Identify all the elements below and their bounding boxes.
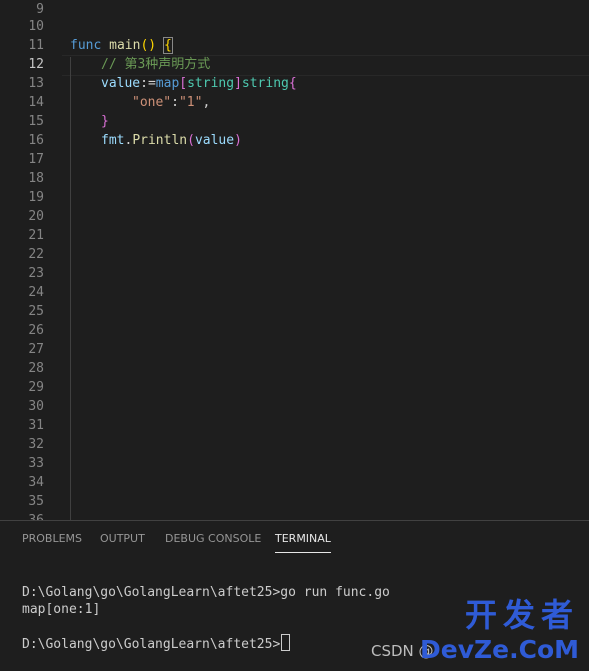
line-number: 13 [28,76,44,91]
line-number: 36 [0,511,44,520]
line-number: 22 [28,247,44,262]
line-number: 20 [28,209,44,224]
editor-line[interactable]: 32 [0,435,589,454]
tab-debug-console[interactable]: DEBUG CONSOLE [165,532,261,545]
editor-line[interactable]: 20 [0,207,589,226]
editor-line[interactable]: 14 "one":"1", [0,93,589,112]
line-number: 19 [28,190,44,205]
line-number: 18 [28,171,44,186]
line-number: 17 [28,152,44,167]
terminal-line: D:\Golang\go\GolangLearn\aftet25>go run … [22,585,390,600]
editor-line[interactable]: 17 [0,150,589,169]
code-editor[interactable]: 9 10 11 func main() { 12 // 第3种声明方式 13 v… [0,0,589,520]
watermark-devze: DevZe.CoM [420,635,579,664]
terminal-cursor [281,634,291,651]
editor-line[interactable]: 22 [0,245,589,264]
line-number: 16 [28,133,44,148]
line-number: 26 [28,323,44,338]
editor-line[interactable]: 26 [0,321,589,340]
editor-line[interactable]: 13 value:=map[string]string{ [0,74,589,93]
tab-terminal[interactable]: TERMINAL [275,532,331,553]
code-comment[interactable]: // 第3种声明方式 [101,55,210,74]
terminal-line: map[one:1] [22,602,101,617]
line-number: 25 [28,304,44,319]
line-number: 12 [28,57,44,72]
editor-line[interactable]: 10 [0,17,589,36]
code-line-println[interactable]: fmt.Println(value) [101,131,242,150]
editor-line[interactable]: 30 [0,397,589,416]
editor-line[interactable]: 35 [0,492,589,511]
editor-line[interactable]: 28 [0,359,589,378]
line-number: 24 [28,285,44,300]
line-number: 23 [28,266,44,281]
line-number: 27 [28,342,44,357]
line-number: 14 [28,95,44,110]
line-number: 32 [28,437,44,452]
editor-line[interactable]: 21 [0,226,589,245]
editor-line[interactable]: 11 func main() { [0,36,589,55]
line-number: 11 [28,38,44,53]
editor-line[interactable]: 27 [0,340,589,359]
watermark-kaifazhe: 开发者 [464,596,579,634]
code-line-func-main[interactable]: func main() { [70,36,173,55]
line-number: 33 [28,456,44,471]
line-number: 30 [28,399,44,414]
editor-line-current[interactable]: 12 // 第3种声明方式 [0,55,589,74]
tab-output[interactable]: OUTPUT [100,532,145,545]
line-number: 35 [28,494,44,509]
line-number: 31 [28,418,44,433]
terminal-prompt-text: D:\Golang\go\GolangLearn\aftet25> [22,637,281,652]
editor-line[interactable]: 34 [0,473,589,492]
editor-line[interactable]: 31 [0,416,589,435]
editor-line[interactable]: 24 [0,283,589,302]
editor-line[interactable]: 19 [0,188,589,207]
line-number: 34 [28,475,44,490]
line-number: 21 [28,228,44,243]
editor-line[interactable]: 18 [0,169,589,188]
tab-problems[interactable]: PROBLEMS [22,532,82,545]
line-number: 10 [28,19,44,34]
editor-line[interactable]: 15 } [0,112,589,131]
editor-line[interactable]: 16 fmt.Println(value) [0,131,589,150]
editor-line[interactable]: 23 [0,264,589,283]
line-number: 15 [28,114,44,129]
panel-tabs: PROBLEMS OUTPUT DEBUG CONSOLE TERMINAL [0,521,589,557]
editor-line[interactable]: 33 [0,454,589,473]
editor-line[interactable]: 36 [0,511,589,520]
code-line-close-brace[interactable]: } [101,112,109,131]
code-line-map-entry[interactable]: "one":"1", [132,93,210,112]
line-number: 29 [28,380,44,395]
line-number: 28 [28,361,44,376]
terminal-prompt[interactable]: D:\Golang\go\GolangLearn\aftet25> [22,634,291,653]
code-line-map-decl[interactable]: value:=map[string]string{ [101,74,297,93]
editor-line[interactable]: 25 [0,302,589,321]
editor-line[interactable]: 29 [0,378,589,397]
